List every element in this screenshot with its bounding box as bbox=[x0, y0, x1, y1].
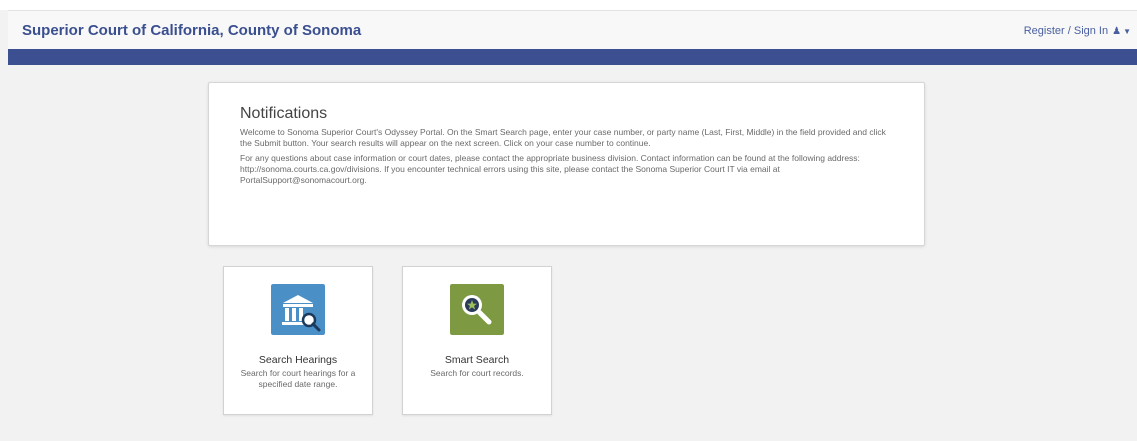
notification-paragraph: Welcome to Sonoma Superior Court's Odyss… bbox=[240, 127, 886, 148]
notifications-panel: Notifications Welcome to Sonoma Superior… bbox=[208, 82, 925, 246]
smart-search-tile[interactable]: Smart Search Search for court records. bbox=[402, 266, 552, 415]
tile-title: Search Hearings bbox=[258, 354, 338, 366]
register-signin-link[interactable]: Register / Sign In ♟ ▼ bbox=[1024, 25, 1131, 37]
tile-description: Search for court records. bbox=[430, 368, 524, 378]
user-icon: ♟ bbox=[1112, 26, 1122, 37]
top-spacer bbox=[0, 0, 1137, 10]
notification-paragraph: For any questions about case information… bbox=[240, 153, 860, 185]
header-color-band bbox=[8, 49, 1137, 65]
caret-down-icon: ▼ bbox=[1123, 27, 1131, 36]
top-navbar: Superior Court of California, County of … bbox=[8, 10, 1137, 50]
signin-label: Register / Sign In bbox=[1023, 25, 1109, 37]
notifications-heading: Notifications bbox=[240, 105, 328, 122]
magnifier-star-icon bbox=[450, 284, 504, 335]
site-title[interactable]: Superior Court of California, County of … bbox=[22, 22, 361, 39]
tile-description: Search for court hearings for a specifie… bbox=[240, 368, 356, 389]
search-hearings-tile[interactable]: Search Hearings Search for court hearing… bbox=[223, 266, 373, 415]
courthouse-search-icon bbox=[271, 284, 325, 335]
tile-title: Smart Search bbox=[444, 354, 510, 366]
